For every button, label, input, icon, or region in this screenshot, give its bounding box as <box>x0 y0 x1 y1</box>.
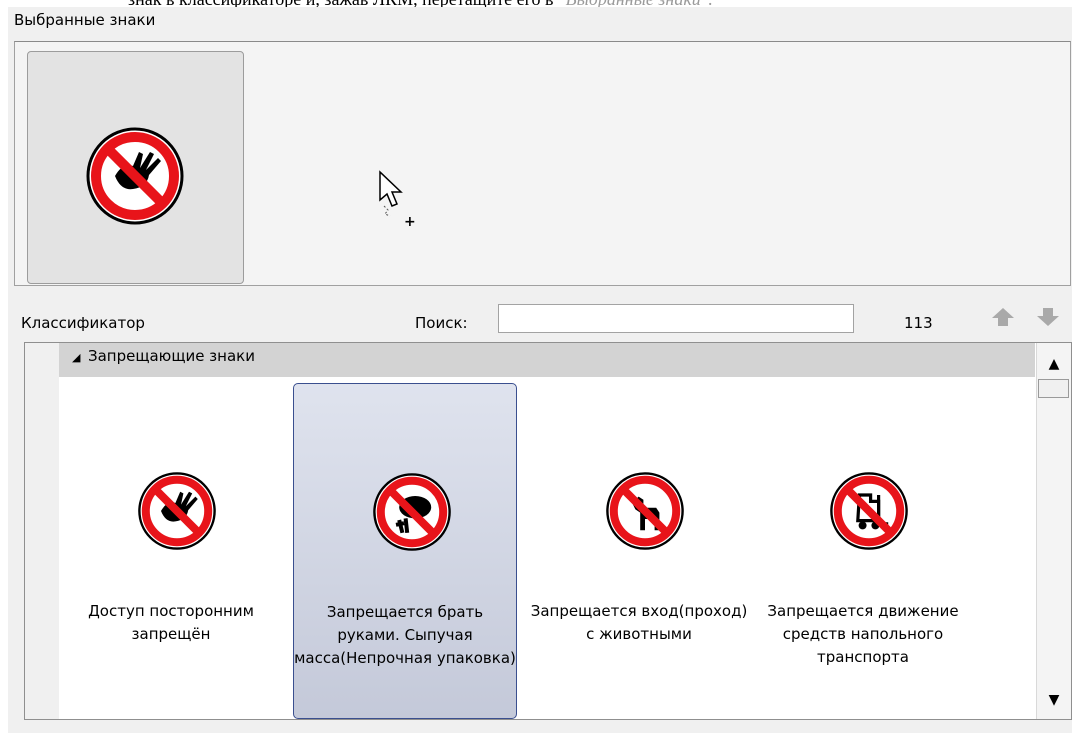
no-touch-bulk-sign-icon <box>373 473 451 551</box>
next-result-button[interactable] <box>1035 306 1061 328</box>
group-title: Запрещающие знаки <box>88 347 255 365</box>
sign-item[interactable]: Запрещается движение средств напольного … <box>751 383 975 719</box>
svg-text:+: + <box>404 214 416 230</box>
selected-signs-label: Выбранные знаки <box>14 11 156 29</box>
drag-cursor-icon: + <box>379 170 416 230</box>
sign-label: Запрещается вход(проход) с животными <box>530 602 748 643</box>
list-gutter <box>25 343 59 719</box>
sign-item-selected[interactable]: Запрещается брать руками. Сыпучая масса(… <box>293 383 517 719</box>
selected-signs-drop-area[interactable] <box>14 41 1071 286</box>
sign-item[interactable]: Запрещается вход(проход) с животными <box>527 383 751 719</box>
classifier-label: Классификатор <box>21 314 145 332</box>
collapse-triangle-icon[interactable]: ◢ <box>72 351 80 364</box>
no-entry-hand-sign-icon <box>86 127 184 225</box>
sign-label: Доступ посторонним запрещён <box>88 602 254 643</box>
scroll-thumb[interactable] <box>1038 379 1069 398</box>
classifier-list[interactable]: ◢ Запрещающие знаки Доступ посторонним з… <box>24 342 1072 720</box>
sign-label: Запрещается движение средств напольного … <box>767 602 959 666</box>
result-count: 113 <box>904 314 933 332</box>
vertical-scrollbar[interactable]: ▲ ▼ <box>1036 343 1071 719</box>
scroll-down-icon[interactable]: ▼ <box>1039 685 1069 715</box>
no-animals-sign-icon <box>606 472 684 550</box>
no-forklift-sign-icon <box>830 472 908 550</box>
sign-label: Запрещается брать руками. Сыпучая масса(… <box>294 603 516 667</box>
scroll-up-icon[interactable]: ▲ <box>1039 349 1069 379</box>
group-header[interactable]: ◢ Запрещающие знаки <box>59 343 1035 377</box>
selected-sign-tile[interactable] <box>27 51 244 284</box>
no-entry-hand-sign-icon <box>138 472 216 550</box>
search-input[interactable] <box>498 304 854 333</box>
prev-result-button[interactable] <box>990 306 1016 328</box>
search-label: Поиск: <box>415 314 468 332</box>
sign-item[interactable]: Доступ посторонним запрещён <box>59 383 283 719</box>
